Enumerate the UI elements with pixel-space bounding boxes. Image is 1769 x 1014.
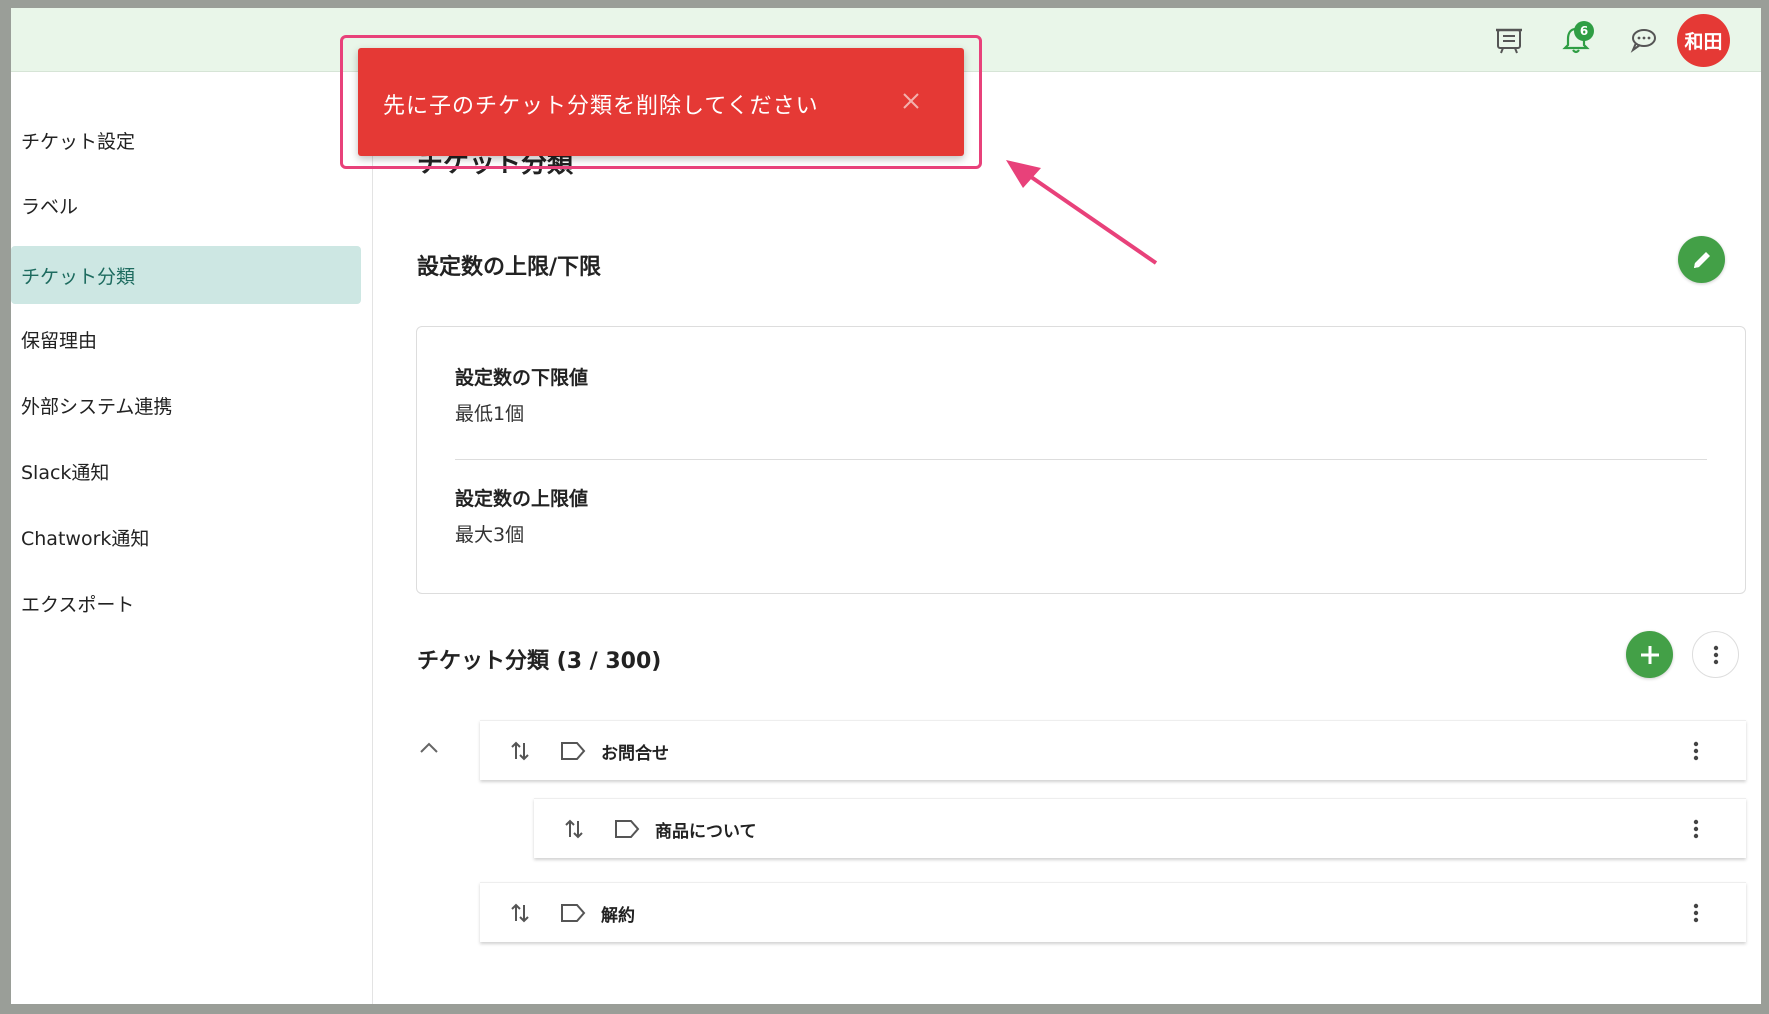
chat-icon[interactable] bbox=[1623, 20, 1663, 60]
drag-sort-icon[interactable] bbox=[562, 817, 586, 841]
category-row[interactable]: お問合せ bbox=[480, 720, 1746, 780]
categories-section-title: チケット分類 (3 / 300) bbox=[417, 649, 662, 674]
pencil-icon bbox=[1693, 251, 1710, 268]
drag-sort-icon[interactable] bbox=[508, 901, 532, 925]
row-more-button[interactable] bbox=[1682, 815, 1710, 843]
chevron-up-icon bbox=[420, 742, 438, 753]
min-limit-value: 最低1個 bbox=[455, 403, 525, 425]
sidebar-item-slack[interactable]: Slack通知 bbox=[11, 442, 361, 500]
ticket-board-icon[interactable] bbox=[1489, 20, 1529, 60]
category-row[interactable]: 商品について bbox=[534, 798, 1746, 858]
sidebar-item-hold-reasons[interactable]: 保留理由 bbox=[11, 310, 361, 368]
row-more-button[interactable] bbox=[1682, 737, 1710, 765]
more-vertical-icon bbox=[1693, 741, 1699, 761]
add-category-button[interactable] bbox=[1626, 631, 1673, 678]
settings-sidebar: チケット設定 ラベル チケット分類 保留理由 外部システム連携 Slack通知 … bbox=[11, 73, 373, 1004]
label-tag-icon bbox=[615, 820, 640, 838]
edit-limits-button[interactable] bbox=[1678, 236, 1725, 283]
more-vertical-icon bbox=[1713, 645, 1718, 664]
sidebar-item-ticket-settings[interactable]: チケット設定 bbox=[11, 111, 361, 169]
toast-highlight-frame bbox=[340, 35, 982, 169]
drag-sort-icon[interactable] bbox=[508, 739, 532, 763]
more-vertical-icon bbox=[1693, 903, 1699, 923]
sidebar-item-external-integration[interactable]: 外部システム連携 bbox=[11, 376, 361, 434]
annotation-arrow-icon bbox=[1006, 160, 1158, 265]
app-window: 6 和田 チケット設定 ラベル チケット分類 保留理由 外部システム連携 Sla… bbox=[11, 8, 1761, 1004]
category-row[interactable]: 解約 bbox=[480, 882, 1746, 942]
limits-section-title: 設定数の上限/下限 bbox=[417, 255, 602, 280]
category-label: 商品について bbox=[655, 822, 757, 842]
row-more-button[interactable] bbox=[1682, 899, 1710, 927]
more-vertical-icon bbox=[1693, 819, 1699, 839]
max-limit-label: 設定数の上限値 bbox=[455, 488, 589, 510]
category-label: 解約 bbox=[601, 906, 635, 926]
plus-icon bbox=[1640, 645, 1659, 664]
user-avatar[interactable]: 和田 bbox=[1677, 14, 1730, 67]
notification-badge: 6 bbox=[1574, 21, 1594, 41]
sidebar-item-export[interactable]: エクスポート bbox=[11, 574, 361, 632]
min-limit-label: 設定数の下限値 bbox=[455, 367, 589, 389]
max-limit-value: 最大3個 bbox=[455, 524, 525, 546]
collapse-toggle[interactable] bbox=[414, 733, 444, 763]
sidebar-item-chatwork[interactable]: Chatwork通知 bbox=[11, 508, 361, 566]
label-tag-icon bbox=[561, 742, 586, 760]
label-tag-icon bbox=[561, 904, 586, 922]
sidebar-item-labels[interactable]: ラベル bbox=[11, 176, 361, 234]
limits-card: 設定数の下限値 最低1個 設定数の上限値 最大3個 bbox=[416, 326, 1746, 594]
sidebar-item-ticket-category[interactable]: チケット分類 bbox=[11, 246, 361, 304]
category-label: お問合せ bbox=[601, 744, 669, 764]
categories-more-button[interactable] bbox=[1692, 631, 1739, 678]
card-divider bbox=[455, 459, 1707, 460]
bell-icon[interactable]: 6 bbox=[1556, 20, 1596, 60]
